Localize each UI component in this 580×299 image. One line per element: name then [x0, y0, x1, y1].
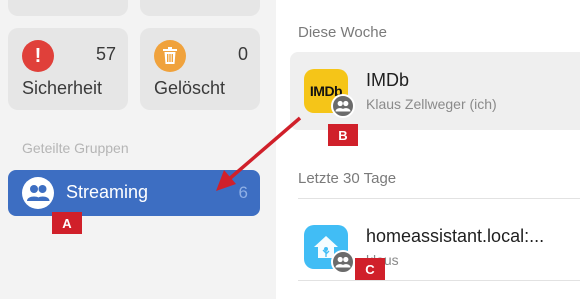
item-title: homeassistant.local:...	[366, 226, 545, 246]
divider	[298, 198, 580, 199]
item-title: IMDb	[366, 70, 410, 90]
category-tile-security[interactable]: ! 57 Sicherheit	[8, 28, 128, 110]
exclamation-glyph: !	[34, 44, 42, 67]
sidebar: ! 57 Sicherheit 0 Gelöscht Geteilte Grup…	[0, 0, 276, 299]
exclamation-icon: !	[22, 40, 54, 72]
shared-badge-icon	[331, 250, 355, 274]
shared-groups-heading: Geteilte Gruppen	[22, 140, 129, 156]
security-count: 57	[95, 44, 116, 64]
security-label: Sicherheit	[22, 78, 103, 98]
trash-icon	[154, 40, 186, 72]
list-item-imdb[interactable]: IMDb IMDb Klaus Zellweger (ich)	[290, 52, 580, 130]
section-last-30-days: Letzte 30 Tage	[298, 170, 397, 187]
streaming-count: 6	[238, 183, 248, 202]
marker-b: B	[328, 124, 358, 146]
deleted-count: 0	[237, 44, 248, 64]
list-item-homeassistant[interactable]: homeassistant.local:... klaus	[290, 208, 580, 286]
category-tile-deleted[interactable]: 0 Gelöscht	[140, 28, 260, 110]
section-this-week: Diese Woche	[298, 24, 387, 41]
deleted-label: Gelöscht	[154, 78, 226, 98]
shared-badge-icon	[331, 94, 355, 118]
people-icon	[22, 177, 54, 209]
marker-c: C	[355, 258, 385, 280]
marker-a: A	[52, 212, 82, 234]
divider	[298, 280, 580, 281]
sidebar-item-streaming[interactable]: Streaming 6	[8, 170, 260, 216]
category-tile-top-right[interactable]	[140, 0, 260, 16]
item-subtitle: Klaus Zellweger (ich)	[366, 96, 497, 112]
category-tile-top-left[interactable]	[8, 0, 128, 16]
entry-list: Diese Woche IMDb IMDb Klaus Zellweger (i…	[276, 0, 580, 299]
streaming-label: Streaming	[66, 182, 149, 202]
